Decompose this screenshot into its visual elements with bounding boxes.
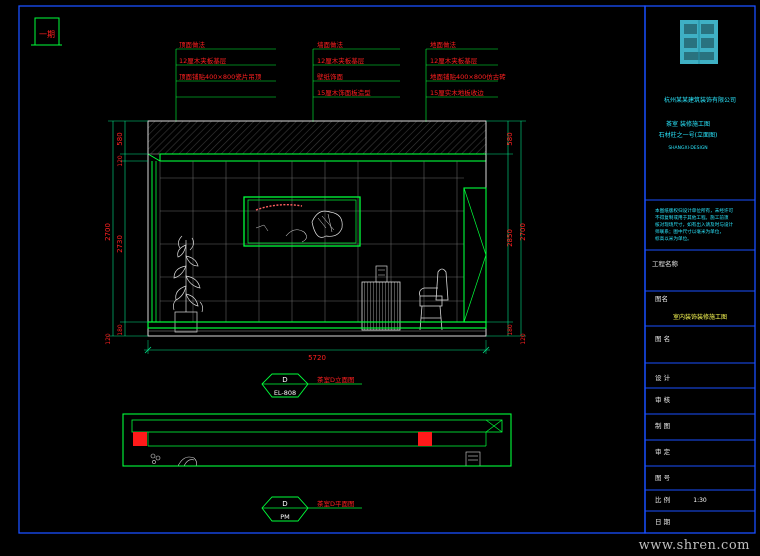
dimension-bottom: 5720 bbox=[144, 340, 490, 362]
annotation-line: 地面铺贴400×800仿古砖 bbox=[430, 72, 506, 81]
dimension-right: 2850 2700 580 180 120 bbox=[486, 120, 527, 345]
design-notes: 本图纸版权归设计单位所有，未经许可 不得复制或用于其他工程。施工前须 核对现场尺… bbox=[655, 207, 734, 242]
scale-value: 1:30 bbox=[693, 497, 707, 504]
plan-column-right bbox=[418, 432, 432, 446]
annotation-floor: 地面做法 12厘木夹板基层 地面铺贴400×800仿古砖 15厘实木地板收边 bbox=[425, 40, 506, 122]
right-door-panel bbox=[463, 187, 487, 323]
design-label: 设 计 bbox=[655, 373, 671, 382]
category-value: 室内装饰装修施工图 bbox=[673, 313, 727, 321]
note-line: 核对现场尺寸，如有出入请及时与设计 bbox=[655, 221, 734, 228]
plan-caption: 茶室D平面图 bbox=[317, 499, 355, 508]
skirting bbox=[147, 321, 487, 329]
number-label: 图 号 bbox=[655, 474, 671, 482]
dimension-left: 2700 2730 580 120 180 120 bbox=[104, 120, 148, 345]
annotation-wall: 墙面做法 12厘木夹板基层 壁纸饰面 15厘木饰面板造型 bbox=[312, 40, 400, 122]
dim-bottom-base: 180 bbox=[117, 324, 124, 336]
tea-cabinet bbox=[361, 265, 401, 331]
potted-plant bbox=[172, 235, 204, 333]
dim-right-base: 180 bbox=[507, 324, 514, 336]
watermark: www.shren.com bbox=[638, 538, 750, 553]
sheet-tag-text: 一期 bbox=[39, 30, 55, 39]
elevation-drawing bbox=[147, 120, 487, 337]
annotation-title: 顶面做法 bbox=[179, 40, 206, 49]
dim-right-ceiling: 580 bbox=[506, 132, 514, 145]
project-name-label: 工程名称 bbox=[652, 259, 679, 268]
company-logo bbox=[680, 20, 718, 64]
plan-letter: D bbox=[282, 500, 287, 508]
plan-section-tag: D PM 茶室D平面图 bbox=[261, 496, 362, 522]
company-name: 杭州某某建筑装饰有限公司 bbox=[664, 96, 736, 104]
approve-label: 审 定 bbox=[655, 447, 671, 456]
dim-right-inner: 2850 bbox=[506, 229, 514, 247]
annotation-title: 地面做法 bbox=[430, 40, 457, 49]
drawing-name-label: 图 名 bbox=[655, 334, 670, 343]
ceiling-hatch bbox=[147, 120, 487, 155]
dim-left-outer: 2700 bbox=[104, 223, 112, 241]
note-line: 标高以米为单位。 bbox=[655, 235, 692, 242]
dim-left-inner: 2730 bbox=[116, 235, 124, 253]
draw-label: 制 图 bbox=[655, 421, 670, 430]
annotation-title: 墙面做法 bbox=[317, 40, 344, 49]
annotation-line: 12厘木夹板基层 bbox=[179, 56, 227, 65]
annotation-line: 壁纸饰面 bbox=[317, 72, 344, 81]
note-line: 师联系；图中尺寸以毫米为单位， bbox=[655, 228, 724, 235]
plan-drawing bbox=[122, 413, 512, 467]
dim-top-cove: 120 bbox=[117, 155, 124, 167]
cad-drawing-canvas: 一期 顶面做法 12厘木夹板基层 顶面铺贴400×800瓷片吊顶 墙面做法 12… bbox=[18, 5, 756, 534]
dim-bottom-floor: 120 bbox=[105, 333, 112, 345]
dim-right-outer: 2700 bbox=[519, 223, 527, 241]
note-line: 本图纸版权归设计单位所有，未经许可 bbox=[655, 207, 734, 214]
plan-sheet: PM bbox=[280, 513, 290, 521]
date-label: 日 期 bbox=[655, 518, 671, 526]
annotation-line: 15厘实木地板收边 bbox=[430, 88, 484, 97]
category-label: 图名 bbox=[655, 294, 668, 303]
dim-width: 5720 bbox=[308, 354, 326, 362]
plan-column-left bbox=[133, 432, 147, 446]
elevation-caption: 茶室D立面图 bbox=[317, 375, 355, 384]
project-line1: 茶室 装修施工图 bbox=[666, 120, 710, 128]
scale-label: 比 例 bbox=[655, 495, 670, 504]
annotation-ceiling: 顶面做法 12厘木夹板基层 顶面铺贴400×800瓷片吊顶 bbox=[175, 40, 276, 122]
elevation-section-tag: D EL-808 茶室D立面图 bbox=[261, 373, 362, 398]
annotation-line: 12厘木夹板基层 bbox=[317, 56, 365, 65]
note-line: 不得复制或用于其他工程。施工前须 bbox=[655, 214, 729, 221]
annotation-line: 12厘木夹板基层 bbox=[430, 56, 478, 65]
dim-right-floor: 120 bbox=[520, 333, 527, 345]
wall-painting bbox=[243, 196, 361, 247]
elevation-sheet: EL-808 bbox=[274, 389, 296, 397]
project-small: SHANGXI·DESIGN bbox=[668, 145, 707, 151]
annotation-line: 顶面铺贴400×800瓷片吊顶 bbox=[179, 72, 262, 81]
annotation-line: 15厘木饰面板造型 bbox=[317, 88, 371, 97]
elevation-letter: D bbox=[282, 376, 287, 384]
top-left-sheet-tag: 一期 bbox=[31, 17, 62, 46]
title-block: 杭州某某建筑装饰有限公司 茶室 装修施工图 石材柱之一号(立面图) SHANGX… bbox=[645, 20, 755, 526]
review-label: 审 核 bbox=[655, 395, 671, 404]
project-line2: 石材柱之一号(立面图) bbox=[659, 131, 718, 139]
wall-tile-grid bbox=[159, 161, 464, 322]
dim-top-ceiling: 580 bbox=[116, 132, 124, 145]
ceiling-cove bbox=[159, 153, 487, 162]
